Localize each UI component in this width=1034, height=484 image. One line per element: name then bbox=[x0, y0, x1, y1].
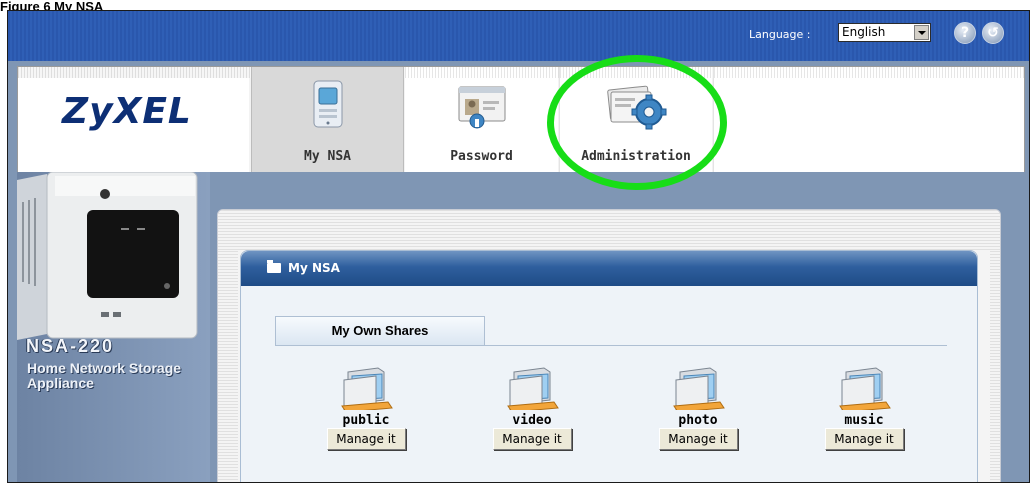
top-bar: Language : English ? ↺ bbox=[8, 11, 1029, 61]
share-item-public: public Manage it bbox=[306, 366, 426, 450]
content-panel: My NSA My Own Shares public Manage it vi… bbox=[217, 209, 1001, 482]
body-area: NSA-220 Home Network Storage Appliance M… bbox=[17, 172, 1025, 482]
section-title: My NSA bbox=[288, 261, 340, 275]
header-filler bbox=[713, 67, 1024, 172]
zyxel-logo: ZyXEL bbox=[62, 91, 192, 132]
device-panel: NSA-220 Home Network Storage Appliance bbox=[17, 172, 210, 482]
my-nsa-section: My NSA My Own Shares public Manage it vi… bbox=[240, 250, 978, 482]
panel-pattern bbox=[218, 210, 1000, 250]
chevron-down-icon[interactable] bbox=[914, 25, 929, 40]
header: ZyXEL My NSA Password Administration bbox=[17, 66, 1025, 172]
header-pattern bbox=[405, 67, 558, 78]
panel-pattern bbox=[990, 250, 1000, 482]
nsa-device-image bbox=[17, 172, 198, 340]
manage-it-button[interactable]: Manage it bbox=[326, 428, 406, 450]
language-value: English bbox=[842, 25, 886, 39]
header-pattern bbox=[714, 67, 1024, 78]
highlight-annotation bbox=[547, 55, 727, 190]
tab-my-nsa[interactable]: My NSA bbox=[251, 67, 404, 172]
shared-folder-icon bbox=[839, 367, 891, 410]
product-description: Home Network Storage Appliance bbox=[27, 360, 182, 391]
share-name: photo bbox=[678, 413, 718, 428]
share-item-video: video Manage it bbox=[472, 366, 592, 450]
tab-password[interactable]: Password bbox=[405, 67, 558, 172]
tab-my-own-shares[interactable]: My Own Shares bbox=[275, 316, 485, 345]
tab-label: My NSA bbox=[304, 149, 351, 164]
tab-label: Password bbox=[450, 149, 513, 164]
language-label: Language : bbox=[749, 28, 811, 41]
logout-icon[interactable]: ↺ bbox=[982, 22, 1004, 44]
divider bbox=[275, 345, 947, 346]
shared-folder-icon bbox=[507, 367, 559, 410]
manage-it-button[interactable]: Manage it bbox=[492, 428, 572, 450]
share-item-photo: photo Manage it bbox=[638, 366, 758, 450]
panel-pattern bbox=[218, 250, 238, 482]
share-name: music bbox=[844, 413, 884, 428]
logo-area: ZyXEL bbox=[18, 78, 249, 172]
folder-icon bbox=[267, 260, 281, 273]
product-model: NSA-220 bbox=[26, 336, 115, 356]
shared-folder-icon bbox=[673, 367, 725, 410]
help-icon[interactable]: ? bbox=[954, 22, 976, 44]
manage-it-button[interactable]: Manage it bbox=[824, 428, 904, 450]
language-select[interactable]: English bbox=[838, 23, 931, 42]
section-header: My NSA bbox=[241, 251, 977, 286]
share-name: public bbox=[342, 413, 390, 428]
shared-folder-icon bbox=[341, 367, 393, 410]
nsa-device-icon bbox=[313, 80, 342, 128]
browser-frame: Language : English ? ↺ ZyXEL My NSA Pass… bbox=[7, 10, 1030, 483]
password-card-icon bbox=[458, 86, 505, 129]
share-item-music: music Manage it bbox=[804, 366, 924, 450]
manage-it-button[interactable]: Manage it bbox=[658, 428, 738, 450]
share-name: video bbox=[512, 413, 552, 428]
